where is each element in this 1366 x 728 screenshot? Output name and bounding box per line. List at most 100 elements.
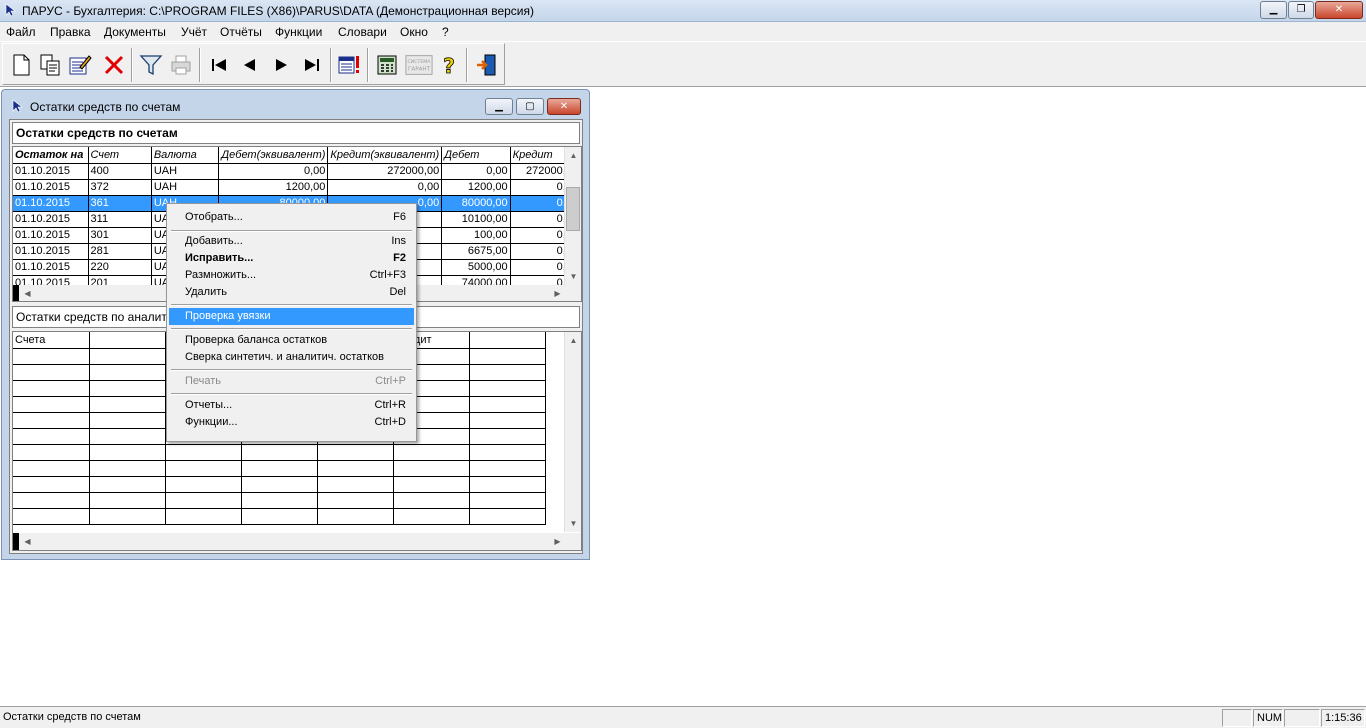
- child-maximize-button[interactable]: ▢: [516, 98, 544, 115]
- status-num: NUM: [1253, 709, 1283, 727]
- table-row[interactable]: 01.10.2015372UAH1200,000,001200,000,00: [13, 179, 581, 196]
- analytics-column-header[interactable]: Счета: [13, 332, 90, 349]
- scroll-down-icon[interactable]: ▼: [565, 515, 581, 532]
- menu-window[interactable]: Окно: [400, 25, 428, 39]
- close-button[interactable]: ✕: [1315, 1, 1363, 19]
- table-cell: [13, 508, 90, 525]
- analytics-hscroll[interactable]: ◀ ▶: [13, 533, 581, 550]
- table-row[interactable]: [13, 460, 546, 477]
- child-cursor-icon: [12, 99, 23, 113]
- scroll-up-icon[interactable]: ▲: [565, 332, 581, 349]
- ctx-reconcile[interactable]: Сверка синтетич. и аналитич. остатков: [169, 349, 414, 366]
- table-row[interactable]: [13, 508, 546, 525]
- calculator-button[interactable]: [373, 50, 401, 80]
- table-cell: [469, 460, 546, 477]
- menu-edit[interactable]: Правка: [50, 25, 91, 39]
- table-cell: [393, 460, 470, 477]
- table-cell: [13, 492, 90, 509]
- edit-button[interactable]: [66, 50, 94, 80]
- calendar-alert-button[interactable]: [335, 50, 363, 80]
- table-cell: [13, 380, 90, 397]
- table-cell: [89, 444, 166, 461]
- first-record-button[interactable]: [205, 50, 233, 80]
- restore-button[interactable]: ❐: [1288, 1, 1314, 19]
- menu-help[interactable]: ?: [442, 25, 449, 39]
- ctx-check-balance[interactable]: Проверка баланса остатков: [169, 332, 414, 349]
- menu-documents[interactable]: Документы: [104, 25, 166, 39]
- minimize-icon: ▁: [495, 101, 503, 112]
- next-record-button[interactable]: [267, 50, 295, 80]
- table-cell: 361: [88, 195, 152, 212]
- filter-button[interactable]: [137, 50, 165, 80]
- exit-button[interactable]: [472, 50, 500, 80]
- ctx-reports[interactable]: Отчеты... Ctrl+R: [169, 397, 414, 414]
- print-button[interactable]: [167, 50, 195, 80]
- table-cell: 01.10.2015: [13, 179, 89, 196]
- ctx-delete[interactable]: Удалить Del: [169, 284, 414, 301]
- scroll-right-icon[interactable]: ▶: [549, 533, 566, 550]
- child-window-title: Остатки средств по счетам: [30, 100, 181, 114]
- delete-button[interactable]: [100, 50, 128, 80]
- table-row[interactable]: 01.10.2015 400 UAH 0,00 272000,00 0,00 272000,…: [13, 163, 581, 180]
- table-row[interactable]: [13, 492, 546, 509]
- ctx-functions[interactable]: Функции... Ctrl+D: [169, 414, 414, 431]
- menu-reports[interactable]: Отчёты: [220, 25, 262, 39]
- status-caps: [1222, 709, 1252, 727]
- table-cell: 1200,00: [441, 179, 511, 196]
- window-title: ПАРУС - Бухгалтерия: C:\PROGRAM FILES (X…: [22, 4, 534, 18]
- table-cell: [13, 364, 90, 381]
- child-minimize-button[interactable]: ▁: [485, 98, 513, 115]
- scroll-up-icon[interactable]: ▲: [565, 147, 581, 164]
- balances-column-header[interactable]: Дебет: [441, 147, 511, 164]
- menu-accounting[interactable]: Учёт: [181, 25, 207, 39]
- table-cell: 5000,00: [441, 259, 511, 276]
- menu-file[interactable]: Файл: [6, 25, 36, 39]
- scroll-left-icon[interactable]: ◀: [19, 285, 36, 301]
- analytics-vscroll[interactable]: ▲ ▼: [564, 332, 581, 532]
- analytics-column-header[interactable]: [469, 332, 546, 349]
- menu-dictionaries[interactable]: Словари: [338, 25, 387, 39]
- table-row[interactable]: [13, 444, 546, 461]
- restore-icon: ❐: [1296, 4, 1306, 15]
- table-cell: [393, 492, 470, 509]
- table-cell: 301: [88, 227, 152, 244]
- scroll-thumb[interactable]: [566, 187, 580, 231]
- balances-vscroll[interactable]: ▲ ▼: [564, 147, 581, 285]
- table-cell: [317, 444, 394, 461]
- child-close-button[interactable]: ✕: [547, 98, 581, 115]
- analytics-column-header[interactable]: [89, 332, 166, 349]
- top-panel-title: Остатки средств по счетам: [12, 122, 580, 144]
- status-scroll: [1284, 709, 1320, 727]
- balances-column-header[interactable]: Валюта: [151, 147, 220, 164]
- copy-button[interactable]: [36, 50, 64, 80]
- edit-icon: [69, 55, 92, 75]
- help-button[interactable]: ?: [435, 50, 463, 80]
- previous-record-button[interactable]: [236, 50, 264, 80]
- table-cell: [165, 460, 242, 477]
- balances-column-header[interactable]: Дебет(эквивалент): [218, 147, 329, 164]
- scroll-down-icon[interactable]: ▼: [565, 268, 581, 285]
- ctx-print[interactable]: Печать Ctrl+P: [169, 373, 414, 390]
- ctx-add[interactable]: Добавить... Ins: [169, 233, 414, 250]
- scroll-right-icon[interactable]: ▶: [549, 285, 566, 301]
- print-icon: [171, 55, 191, 75]
- balances-column-header[interactable]: Счет: [88, 147, 152, 164]
- filter-icon: [139, 55, 163, 76]
- minimize-button[interactable]: ▁: [1260, 1, 1287, 19]
- table-cell: 80000,00: [441, 195, 511, 212]
- toolbar-panel: СИСТЕМА ГАРАНТ ?: [2, 43, 505, 85]
- new-button[interactable]: [7, 50, 35, 80]
- ctx-duplicate[interactable]: Размножить... Ctrl+F3: [169, 267, 414, 284]
- ctx-check-link[interactable]: Проверка увязки: [169, 308, 414, 325]
- last-record-button[interactable]: [298, 50, 326, 80]
- garant-icon: СИСТЕМА ГАРАНТ: [405, 55, 433, 75]
- menu-functions[interactable]: Функции: [275, 25, 322, 39]
- scroll-left-icon[interactable]: ◀: [19, 533, 36, 550]
- ctx-edit[interactable]: Исправить... F2: [169, 250, 414, 267]
- balances-column-header[interactable]: Кредит(эквивалент): [327, 147, 443, 164]
- ctx-select[interactable]: Отобрать... F6: [169, 209, 414, 226]
- table-row[interactable]: [13, 476, 546, 493]
- table-cell: [241, 460, 318, 477]
- garant-button[interactable]: СИСТЕМА ГАРАНТ: [404, 50, 434, 80]
- balances-column-header[interactable]: Остаток на: [13, 147, 89, 164]
